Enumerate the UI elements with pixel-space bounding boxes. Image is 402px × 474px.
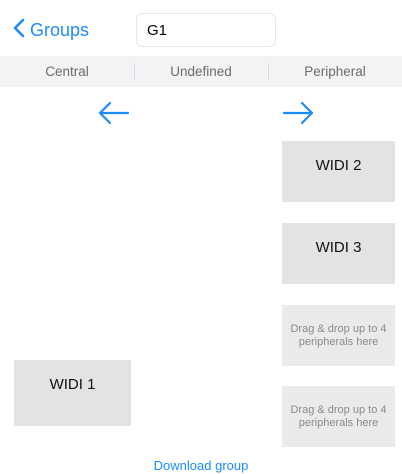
arrow-left-icon [96,101,130,130]
move-right-button[interactable] [282,100,316,126]
drop-zone-text: Drag & drop up to 4 peripherals here [290,404,387,429]
section-tabs: Central Undefined Peripheral [0,56,402,87]
peripheral-device-tile[interactable]: WIDI 3 [282,223,395,284]
move-left-button[interactable] [96,100,130,126]
device-label: WIDI 1 [49,376,96,393]
back-label: Groups [30,20,90,40]
tab-peripheral[interactable]: Peripheral [268,56,402,87]
header-spacer [276,13,402,47]
device-label: WIDI 2 [315,157,362,174]
peripheral-drop-zone[interactable]: Drag & drop up to 4 peripherals here [282,305,395,366]
drop-zone-text: Drag & drop up to 4 peripherals here [290,323,387,348]
download-group-link[interactable]: Download group [0,458,402,473]
arrow-right-icon [282,101,316,130]
tab-undefined[interactable]: Undefined [134,56,268,87]
group-name-field[interactable] [136,13,276,47]
peripheral-drop-zone[interactable]: Drag & drop up to 4 peripherals here [282,386,395,447]
chevron-left-icon [12,18,30,43]
tab-central[interactable]: Central [0,56,134,87]
central-device-tile[interactable]: WIDI 1 [14,360,131,426]
peripheral-device-tile[interactable]: WIDI 2 [282,141,395,202]
back-button[interactable]: Groups [12,18,89,43]
device-label: WIDI 3 [315,239,362,256]
